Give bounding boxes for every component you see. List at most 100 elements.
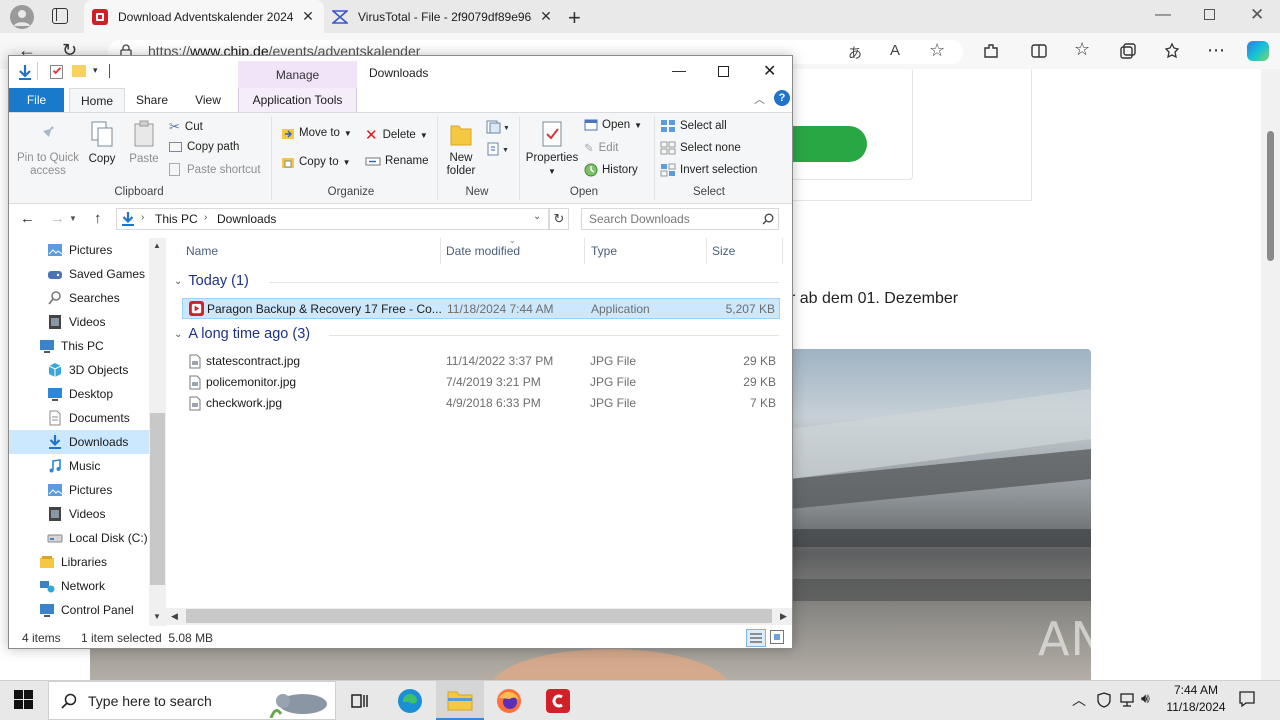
breadcrumb-this-pc[interactable]: This PC bbox=[155, 212, 198, 226]
group-collapse-icon[interactable]: ⌄ bbox=[174, 329, 182, 340]
file-explorer-taskbar-icon[interactable] bbox=[436, 681, 484, 720]
edit-button[interactable]: ✎ Edit bbox=[584, 141, 618, 155]
invert-selection-button[interactable]: Invert selection bbox=[660, 163, 757, 177]
column-header-name[interactable]: Name bbox=[186, 244, 218, 258]
column-header-date-modified[interactable]: Date modified bbox=[446, 244, 520, 258]
nav-item[interactable]: Searches bbox=[9, 286, 149, 310]
refresh-folder-icon[interactable]: ↻ bbox=[549, 208, 569, 230]
profile-avatar-icon[interactable] bbox=[10, 5, 34, 29]
file-list-horizontal-scrollbar[interactable]: ◀ ▶ bbox=[166, 608, 792, 625]
paste-button[interactable]: Paste bbox=[127, 120, 161, 166]
column-header-type[interactable]: Type bbox=[591, 244, 617, 258]
nav-item[interactable]: Saved Games bbox=[9, 262, 149, 286]
rename-button[interactable]: Rename bbox=[365, 155, 428, 167]
new-folder-button[interactable]: New folder bbox=[441, 120, 481, 178]
move-to-button[interactable]: Move to ▼ bbox=[281, 126, 352, 140]
nav-item[interactable]: Pictures bbox=[9, 478, 149, 502]
help-icon[interactable]: ? bbox=[774, 90, 790, 106]
properties-button[interactable]: Properties ▼ bbox=[523, 120, 581, 178]
copy-to-button[interactable]: Copy to ▼ bbox=[281, 155, 351, 169]
tab-home[interactable]: Home bbox=[69, 88, 125, 112]
file-row-selected[interactable]: Paragon Backup & Recovery 17 Free - Co..… bbox=[182, 298, 780, 319]
network-tray-icon[interactable] bbox=[1119, 692, 1135, 708]
breadcrumb-downloads[interactable]: Downloads bbox=[217, 212, 276, 226]
close-tab-icon[interactable]: ✕ bbox=[300, 8, 316, 25]
notifications-icon[interactable] bbox=[1238, 690, 1256, 708]
defender-tray-icon[interactable] bbox=[1096, 692, 1112, 708]
explorer-maximize-icon[interactable] bbox=[718, 66, 729, 77]
nav-item[interactable]: Documents bbox=[9, 406, 149, 430]
firefox-taskbar-icon[interactable] bbox=[485, 681, 533, 720]
tab-file[interactable]: File bbox=[9, 88, 64, 112]
page-scrollbar-thumb[interactable] bbox=[1267, 131, 1274, 261]
nav-item[interactable]: Pictures bbox=[9, 238, 149, 262]
search-downloads-field[interactable]: Search Downloads bbox=[581, 208, 779, 230]
split-screen-icon[interactable] bbox=[1030, 42, 1048, 60]
volume-tray-icon[interactable]: 🔊︎ bbox=[1141, 690, 1150, 707]
new-item-button[interactable]: ▼ bbox=[486, 119, 508, 135]
show-hidden-icons-icon[interactable]: ︿ bbox=[1072, 690, 1086, 710]
easy-access-button[interactable]: ▼ bbox=[486, 141, 508, 157]
group-collapse-icon[interactable]: ⌄ bbox=[174, 276, 182, 287]
tab-share[interactable]: Share bbox=[129, 88, 175, 112]
new-tab-icon[interactable]: + bbox=[568, 5, 581, 31]
tab-view[interactable]: View bbox=[185, 88, 231, 112]
nav-item[interactable]: 3D Objects bbox=[9, 358, 149, 382]
close-tab-icon[interactable]: ✕ bbox=[538, 8, 554, 25]
browser-essentials-icon[interactable] bbox=[1163, 42, 1181, 60]
horizontal-scrollbar-thumb[interactable] bbox=[186, 609, 772, 623]
paste-shortcut-button[interactable]: Paste shortcut bbox=[169, 163, 261, 176]
properties-qat-icon[interactable] bbox=[50, 65, 63, 79]
open-button[interactable]: Open ▼ bbox=[584, 119, 642, 131]
file-row[interactable]: policemonitor.jpg 7/4/2019 3:21 PM JPG F… bbox=[182, 372, 780, 393]
task-view-icon[interactable] bbox=[336, 681, 384, 720]
nav-pane-scrollbar[interactable]: ▲ ▼ bbox=[149, 238, 166, 626]
file-row[interactable]: statescontract.jpg 11/14/2022 3:37 PM JP… bbox=[182, 351, 780, 372]
copy-button[interactable]: Copy bbox=[85, 120, 119, 166]
nav-item[interactable]: Music bbox=[9, 454, 149, 478]
group-header-today[interactable]: ⌄ Today (1) bbox=[174, 273, 249, 289]
nav-up-icon[interactable]: ↑ bbox=[94, 210, 102, 227]
tab-actions-icon[interactable] bbox=[52, 8, 68, 24]
read-aloud-icon[interactable]: A bbox=[890, 42, 900, 59]
favorite-star-icon[interactable]: ☆ bbox=[929, 40, 945, 61]
history-button[interactable]: History bbox=[584, 163, 638, 177]
nav-item[interactable]: Network bbox=[9, 574, 149, 598]
page-scrollbar[interactable] bbox=[1261, 69, 1280, 680]
nav-item[interactable]: Libraries bbox=[9, 550, 149, 574]
nav-item[interactable]: Desktop bbox=[9, 382, 149, 406]
column-header-size[interactable]: Size bbox=[712, 244, 735, 258]
select-none-button[interactable]: Select none bbox=[660, 141, 741, 155]
browser-tab-active[interactable]: Download Adventskalender 2024 ✕ bbox=[84, 0, 324, 33]
edge-taskbar-icon[interactable] bbox=[386, 681, 434, 720]
breadcrumb[interactable]: › This PC › Downloads ⌄ bbox=[116, 208, 549, 230]
group-header-long-ago[interactable]: ⌄ A long time ago (3) bbox=[174, 326, 310, 342]
more-options-icon[interactable]: ⋯ bbox=[1207, 40, 1225, 61]
nav-item[interactable]: Downloads bbox=[9, 430, 149, 454]
details-view-icon[interactable] bbox=[746, 629, 766, 647]
quick-access-download-icon[interactable] bbox=[17, 64, 33, 80]
favorites-icon[interactable]: ☆ bbox=[1074, 39, 1090, 60]
read-aloud-translate-icon[interactable]: あ bbox=[848, 43, 862, 63]
copilot-icon[interactable] bbox=[1247, 41, 1269, 61]
nav-item[interactable]: Control Panel bbox=[9, 598, 149, 622]
file-row[interactable]: checkwork.jpg 4/9/2018 6:33 PM JPG File … bbox=[182, 393, 780, 414]
restore-icon[interactable] bbox=[1204, 9, 1215, 20]
pin-to-quick-access-button[interactable]: Pin to Quick access bbox=[15, 120, 81, 178]
system-clock[interactable]: 7:44 AM 11/18/2024 bbox=[1156, 682, 1236, 716]
nav-item[interactable]: Videos bbox=[9, 502, 149, 526]
extensions-icon[interactable] bbox=[982, 42, 1000, 60]
select-all-button[interactable]: Select all bbox=[660, 119, 727, 133]
delete-button[interactable]: ✕ Delete ▼ bbox=[365, 126, 428, 144]
large-icons-view-icon[interactable] bbox=[770, 630, 784, 644]
customize-qat-icon[interactable]: ▾ bbox=[93, 65, 98, 76]
browser-tab[interactable]: VirusTotal - File - 2f9079df89e96a ✕ bbox=[324, 0, 562, 33]
tab-application-tools[interactable]: Application Tools bbox=[238, 88, 357, 112]
copy-path-button[interactable]: Copy path bbox=[169, 141, 239, 153]
manage-context-tab[interactable]: Manage bbox=[238, 61, 357, 88]
nav-item[interactable]: Local Disk (C:) bbox=[9, 526, 149, 550]
recent-locations-icon[interactable]: ▼ bbox=[69, 214, 77, 223]
chip-installer-taskbar-icon[interactable] bbox=[534, 681, 582, 720]
new-folder-qat-icon[interactable] bbox=[72, 65, 86, 77]
nav-forward-icon[interactable]: → bbox=[50, 210, 65, 227]
